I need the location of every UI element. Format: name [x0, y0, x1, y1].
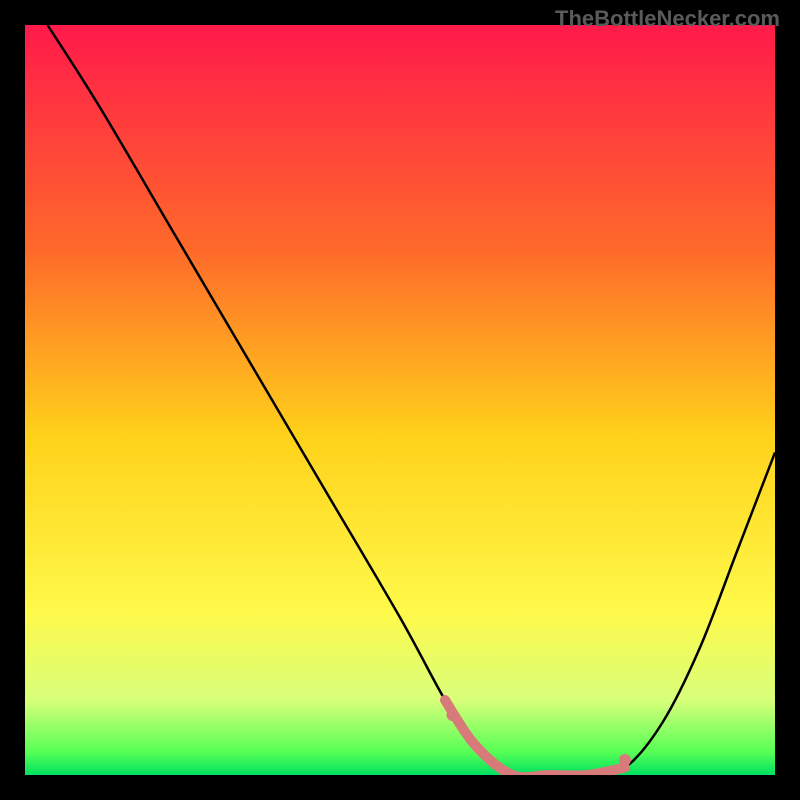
highlight-dot	[447, 709, 459, 721]
bottleneck-chart	[25, 25, 775, 775]
highlight-dot	[619, 754, 631, 766]
chart-canvas	[25, 25, 775, 775]
gradient-background	[25, 25, 775, 775]
watermark-text: TheBottleNecker.com	[555, 6, 780, 32]
